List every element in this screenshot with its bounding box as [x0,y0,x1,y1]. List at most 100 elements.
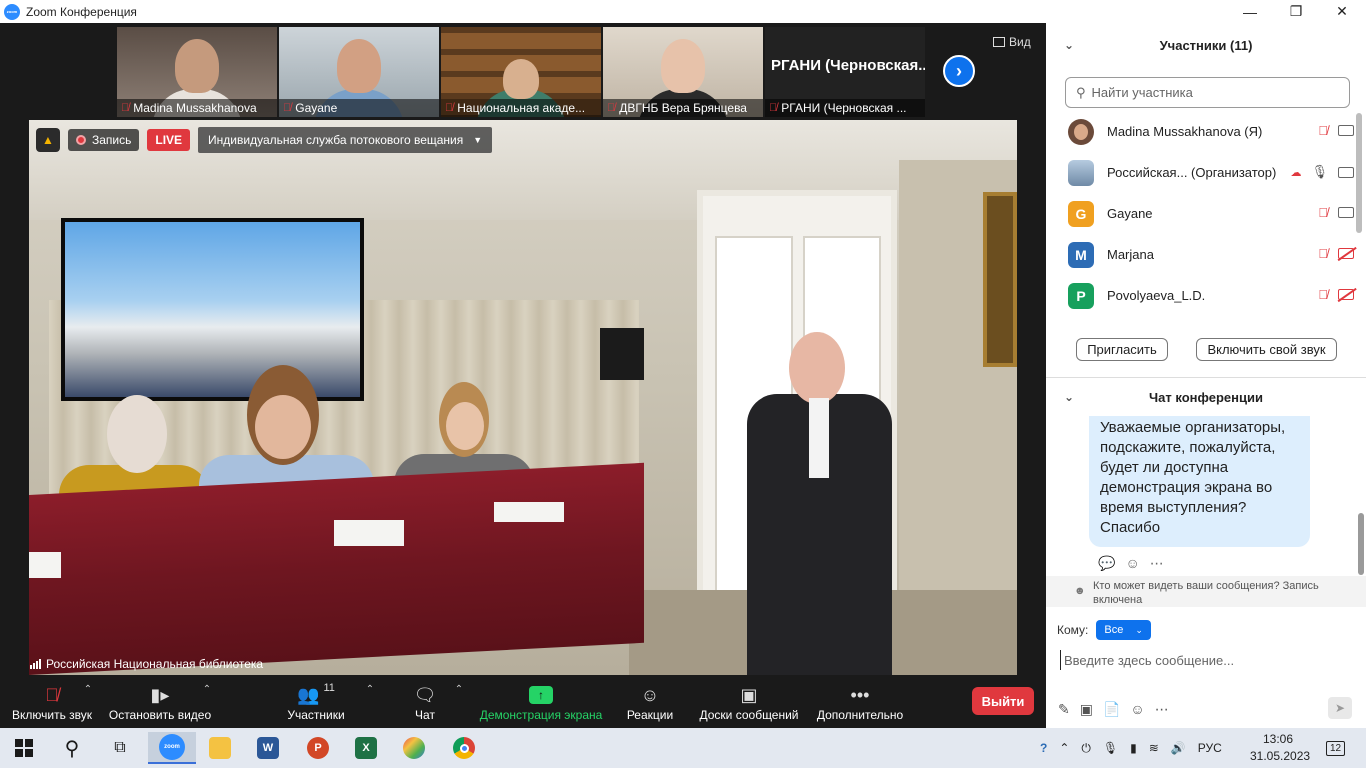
security-shield-icon[interactable]: ▲ [36,128,60,152]
chat-message-input[interactable] [1060,650,1350,670]
send-button[interactable]: ➤ [1328,697,1352,719]
chat-message-bubble[interactable]: Уважаемые организаторы, подскажите, пожа… [1089,416,1310,547]
more-button[interactable]: ••• Дополнительно [814,675,906,728]
folder-icon [209,737,231,759]
participant-thumbnail[interactable]: 🎙̸ Национальная акаде... [441,27,601,117]
side-panel: ⌄ Участники (11) ⚲ Madina Mussakhanova (… [1046,23,1366,728]
participant-search[interactable]: ⚲ [1065,77,1350,108]
taskbar-paint[interactable] [394,732,434,764]
taskbar-explorer[interactable] [200,732,240,764]
taskbar-chrome[interactable] [444,732,484,764]
chat-scrollbar[interactable] [1358,513,1364,575]
file-icon[interactable]: 📄 [1103,701,1120,718]
chat-button[interactable]: 🗨 Чат [405,675,445,728]
whiteboards-button[interactable]: ▣ Доски сообщений [695,675,803,728]
participant-row[interactable]: G Gayane 🎙̸ [1046,193,1354,234]
participant-row[interactable]: P Povolyaeva_L.D. 🎙̸ [1046,275,1354,316]
search-button[interactable]: ⚲ [52,732,92,764]
more-label: Дополнительно [816,708,904,722]
invite-button[interactable]: Пригласить [1076,338,1168,361]
more-dots-icon: ••• [850,684,870,705]
recipient-dropdown[interactable]: Все ⌄ [1096,620,1151,640]
participant-row[interactable]: Российская... (Организатор) ☁ 🎙 [1046,152,1354,193]
participant-thumbnail[interactable]: 🎙̸ Gayane [279,27,439,117]
volume-icon[interactable]: 🔊 [1171,741,1186,755]
taskbar-powerpoint[interactable]: P [298,732,338,764]
wifi-icon[interactable]: ≋ [1149,741,1159,755]
recording-indicator[interactable]: Запись [68,129,140,151]
video-off-icon[interactable] [1338,248,1354,259]
mic-icon[interactable]: 🎙 [1311,164,1328,180]
reactions-button[interactable]: ☺ Реакции [622,675,678,728]
screenshot-icon[interactable]: ▣ [1080,701,1093,718]
share-screen-button[interactable]: ↑ Демонстрация экрана [476,675,606,728]
more-dots-icon[interactable]: ⋯ [1150,555,1164,572]
unmute-self-button[interactable]: Включить свой звук [1196,338,1337,361]
participant-search-input[interactable] [1091,85,1332,100]
reply-icon[interactable]: 💬 [1098,555,1115,572]
cloud-recording-icon: ☁ [1290,166,1302,179]
start-button[interactable] [4,732,44,764]
emoji-plus-icon: ☺ [640,684,660,705]
chevron-down-icon[interactable]: ⌄ [1064,38,1074,52]
notification-center[interactable]: 12 [1326,728,1346,768]
participant-thumbnail[interactable]: 🎙̸ ДВГНБ Вера Брянцева [603,27,763,117]
video-options-caret[interactable]: ⌃ [199,675,215,728]
mic-muted-icon[interactable]: 🎙̸ [1318,246,1328,261]
leave-button[interactable]: Выйти [972,687,1034,715]
zoom-app-icon: zoom [159,734,185,760]
participant-thumbnail[interactable]: РГАНИ (Черновская... 🎙̸ РГАНИ (Черновская… [765,27,925,117]
mic-muted-icon[interactable]: 🎙̸ [1318,205,1328,220]
taskbar-excel[interactable]: X [346,732,386,764]
input-language[interactable]: РУС [1198,741,1222,755]
participants-button[interactable]: 👥 11 Участники [280,675,352,728]
participants-options-caret[interactable]: ⌃ [362,675,378,728]
task-view-button[interactable]: ⧉ [100,732,140,764]
close-button[interactable]: ✕ [1319,0,1365,23]
battery-icon[interactable]: ▮ [1130,741,1137,755]
video-off-icon[interactable] [1338,289,1354,300]
chevron-down-icon[interactable]: ⌄ [1064,390,1074,404]
usb-icon[interactable]: ⏻ [1081,741,1091,756]
participants-scrollbar[interactable] [1356,113,1362,233]
clock[interactable]: 13:06 31.05.2023 [1250,731,1310,765]
view-button[interactable]: Вид [993,35,1031,49]
live-badge[interactable]: LIVE [147,129,191,151]
participant-thumbnail[interactable]: 🎙̸ Madina Mussakhanova [117,27,277,117]
help-icon[interactable]: ? [1040,741,1047,755]
format-text-icon[interactable]: ✎ [1058,701,1070,718]
mic-muted-icon: 🎙̸ [445,102,454,114]
video-camera-icon[interactable] [1338,166,1354,178]
chat-options-caret[interactable]: ⌃ [451,675,467,728]
clock-time: 13:06 [1262,732,1294,746]
recording-bar: ▲ Запись LIVE Индивидуальная служба пото… [36,127,493,153]
chat-recipient-row: Кому: Все ⌄ [1057,620,1151,640]
emoji-react-icon[interactable]: ☺ [1125,555,1139,572]
mic-muted-icon[interactable]: 🎙̸ [1318,287,1328,302]
video-camera-icon[interactable] [1338,125,1354,136]
next-page-button[interactable]: › [943,55,975,87]
caret-up-icon: ⌃ [83,684,93,695]
reactions-label: Реакции [626,708,674,722]
maximize-button[interactable]: ❐ [1273,0,1319,23]
participants-label: Участники [287,708,345,722]
speaker-box [600,328,644,380]
window-title: Zoom Конференция [26,4,137,19]
audio-options-caret[interactable]: ⌃ [80,675,96,728]
participant-row[interactable]: M Marjana 🎙̸ [1046,234,1354,275]
taskbar-word[interactable]: W [248,732,288,764]
stream-service-dropdown[interactable]: Индивидуальная служба потокового вещания… [198,127,493,153]
chevron-up-icon[interactable]: ⌃ [1059,741,1069,755]
emoji-icon[interactable]: ☺ [1130,701,1144,718]
minimize-button[interactable]: — [1227,0,1273,23]
microphone-icon[interactable]: 🎙 [1103,741,1118,755]
video-camera-icon[interactable] [1338,207,1354,218]
more-dots-icon[interactable]: ⋯ [1155,701,1169,718]
participant-row[interactable]: Madina Mussakhanova (Я) 🎙̸ [1046,111,1354,152]
taskbar-zoom[interactable]: zoom [148,732,196,764]
mic-muted-icon[interactable]: 🎙̸ [1318,123,1328,138]
record-dot-icon [76,135,86,145]
chat-visibility-notice[interactable]: ☻ Кто может видеть ваши сообщения? Запис… [1046,576,1366,607]
notice-line: Кто может видеть ваши сообщения? Запись [1093,580,1319,592]
main-video[interactable] [29,120,1017,675]
